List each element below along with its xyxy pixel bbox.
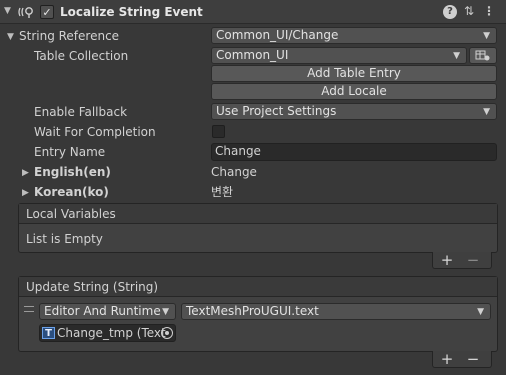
update-string-footer: + − (432, 351, 492, 368)
wait-for-completion-label: Wait For Completion (34, 125, 156, 139)
local-variables-title: Local Variables (26, 207, 116, 221)
presets-icon[interactable]: ⇅ (462, 4, 476, 20)
enable-fallback-dropdown[interactable]: Use Project Settings ▼ (211, 103, 497, 120)
locale-ko-value: 변환 (211, 185, 234, 199)
locale-en-value: Change (211, 165, 257, 179)
update-string-event: Update String (String) Editor And Runtim… (18, 276, 498, 352)
drag-handle-icon[interactable] (24, 306, 34, 312)
dropdown-caret-icon: ▼ (483, 31, 490, 41)
wait-for-completion-checkbox[interactable] (212, 125, 225, 138)
add-locale-button[interactable]: Add Locale (211, 83, 497, 100)
dropdown-caret-icon: ▼ (483, 107, 490, 117)
table-picker-button[interactable] (469, 47, 497, 64)
list-empty-text: List is Empty (26, 232, 103, 246)
locale-en-foldout-icon[interactable]: ▶ (22, 168, 29, 178)
runtime-mode-dropdown[interactable]: Editor And Runtime ▼ (39, 303, 176, 320)
locale-ko-label: Korean(ko) (34, 185, 109, 199)
string-reference-foldout-icon[interactable]: ▼ (7, 32, 14, 42)
entry-name-label: Entry Name (34, 145, 106, 159)
table-collection-value: Common_UI (216, 48, 289, 62)
add-variable-button[interactable]: + (439, 253, 455, 268)
enable-fallback-value: Use Project Settings (216, 104, 337, 118)
remove-variable-button[interactable]: − (465, 253, 481, 268)
table-collection-dropdown[interactable]: Common_UI ▼ (211, 47, 467, 64)
checkbox-check-icon: ✓ (42, 6, 52, 19)
target-object-field[interactable]: T Change_tmp (Text (39, 324, 176, 342)
object-picker-icon[interactable] (161, 327, 173, 339)
enable-fallback-label: Enable Fallback (34, 105, 128, 119)
function-dropdown[interactable]: TextMeshProUGUI.text ▼ (181, 303, 491, 320)
locale-en-label: English(en) (34, 165, 111, 179)
update-string-title: Update String (String) (26, 280, 159, 294)
function-value: TextMeshProUGUI.text (186, 304, 319, 318)
help-icon[interactable]: ? (443, 5, 457, 19)
string-reference-label: String Reference (19, 29, 120, 43)
component-title: Localize String Event (60, 5, 203, 19)
dropdown-caret-icon: ▼ (453, 51, 460, 61)
locale-ko-foldout-icon[interactable]: ▶ (22, 188, 29, 198)
string-reference-dropdown[interactable]: Common_UI/Change ▼ (211, 27, 497, 44)
update-string-header: Update String (String) (19, 277, 497, 297)
dropdown-caret-icon: ▼ (477, 307, 484, 317)
remove-listener-button[interactable]: − (465, 352, 481, 367)
string-reference-value: Common_UI/Change (216, 28, 339, 42)
local-variables-footer: + − (432, 252, 492, 269)
add-listener-button[interactable]: + (439, 352, 455, 367)
add-table-entry-button[interactable]: Add Table Entry (211, 65, 497, 82)
target-object-value: Change_tmp (Text (57, 326, 166, 340)
text-component-icon: T (42, 327, 55, 339)
runtime-mode-value: Editor And Runtime (44, 304, 161, 318)
dropdown-caret-icon: ▼ (162, 307, 169, 317)
local-variables-list: Local Variables List is Empty (18, 203, 498, 253)
component-header: ▼ ✓ Localize String Event ? ⇅ ⋮ (0, 0, 506, 24)
local-variables-header: Local Variables (19, 204, 497, 224)
header-foldout-arrow-icon[interactable]: ▼ (4, 6, 11, 16)
component-enabled-checkbox[interactable]: ✓ (40, 5, 54, 19)
entry-name-field[interactable]: Change (211, 143, 497, 161)
more-icon[interactable]: ⋮ (482, 4, 496, 20)
component-icon (18, 5, 36, 19)
table-collection-label: Table Collection (34, 49, 129, 63)
table-picker-icon (475, 50, 490, 61)
